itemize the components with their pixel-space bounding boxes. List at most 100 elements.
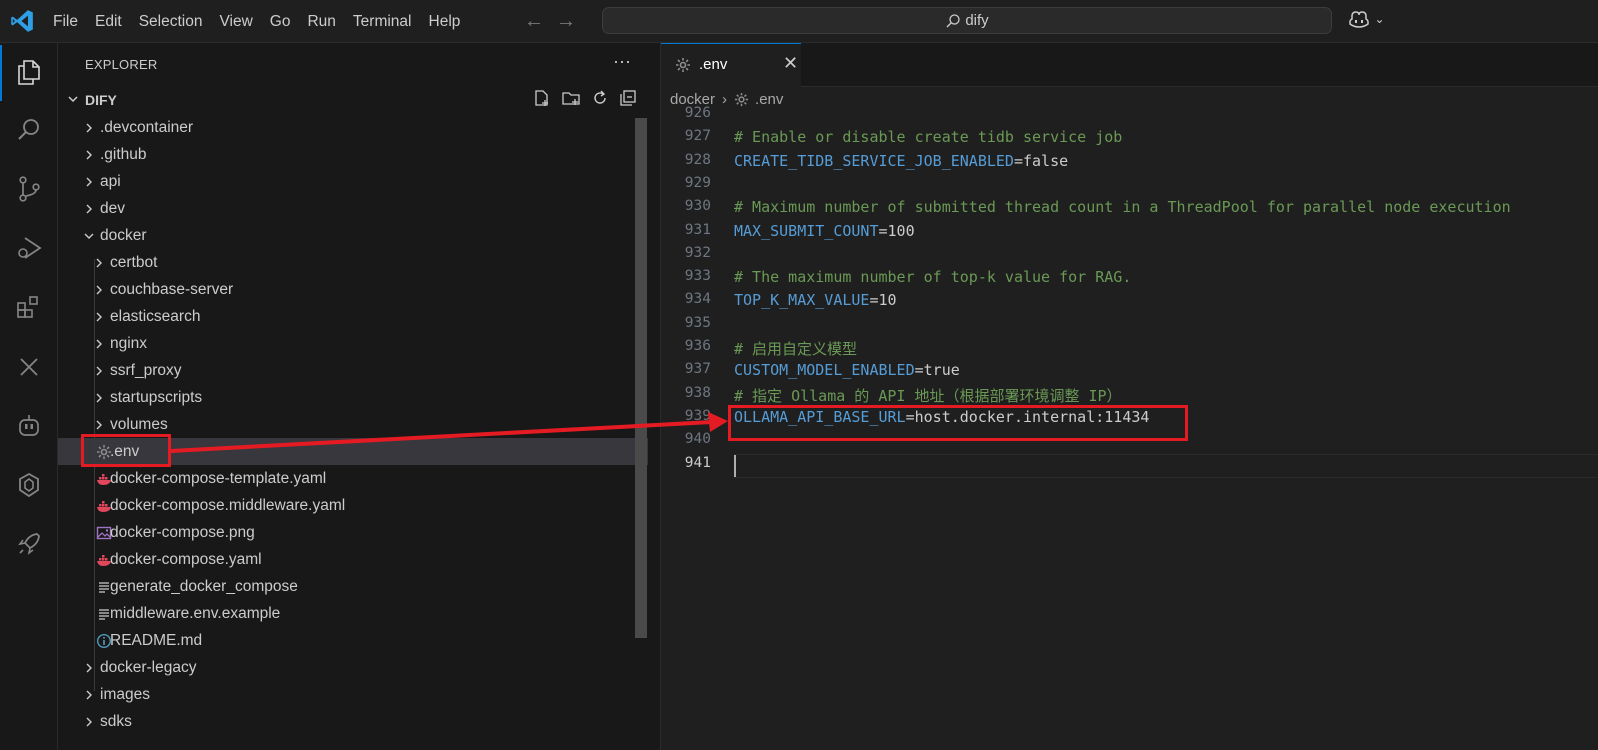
tree-item-label: nginx	[110, 335, 148, 352]
env-value: =true	[914, 361, 960, 379]
copilot-menu[interactable]: ⌄	[1348, 10, 1385, 28]
tree-file-generate-docker-compose[interactable]: generate_docker_compose	[58, 573, 648, 600]
code-comment: # 指定 Ollama 的 API 地址（根据部署环境调整 IP）	[734, 387, 1122, 405]
env-value: =10	[869, 291, 897, 309]
code-line: MAX_SUBMIT_COUNT=100	[734, 222, 915, 240]
robot-icon	[19, 415, 39, 436]
new-file-icon[interactable]	[533, 89, 551, 107]
code-line: # 指定 Ollama 的 API 地址（根据部署环境调整 IP）	[734, 385, 1122, 406]
editor-area: .env ✕ docker › .env 926 927 # Enable or d…	[661, 43, 1598, 750]
gear-icon	[734, 92, 749, 107]
back-arrow-icon[interactable]: ←	[524, 10, 544, 33]
line-number: 926	[684, 105, 711, 121]
annotation-box-env-file	[81, 434, 171, 467]
tree-folder-devcontainer[interactable]: .devcontainer	[58, 114, 648, 141]
tree-file-readme-md[interactable]: README.md	[58, 627, 648, 654]
breadcrumb-separator: ›	[722, 91, 728, 108]
tree-item-label: docker-legacy	[100, 659, 197, 676]
tree-folder-api[interactable]: api	[58, 168, 648, 195]
tree-item-label: api	[100, 173, 121, 190]
extensions-activity[interactable]	[0, 278, 58, 336]
new-folder-icon[interactable]	[561, 89, 581, 107]
explorer-toolbar	[533, 89, 637, 107]
deploy-activity[interactable]	[0, 515, 58, 573]
menu-go[interactable]: Go	[270, 13, 300, 31]
line-number: 931	[684, 222, 711, 238]
line-number: 934	[684, 291, 711, 307]
tree-folder-docker-legacy[interactable]: docker-legacy	[58, 654, 648, 681]
vscode-logo-icon[interactable]	[9, 8, 35, 34]
menu-view[interactable]: View	[219, 13, 261, 31]
env-key: CREATE_TIDB_SERVICE_JOB_ENABLED	[734, 152, 1014, 170]
search-icon	[18, 119, 39, 140]
close-icon[interactable]: ✕	[783, 53, 798, 74]
tree-folder-couchbase-server[interactable]: couchbase-server	[58, 276, 648, 303]
chatgpt-activity[interactable]	[0, 456, 58, 514]
menu-help[interactable]: Help	[429, 13, 470, 31]
line-number: 932	[684, 245, 711, 261]
tree-item-label: images	[100, 686, 150, 703]
menu-bar: File Edit Selection View Go Run Terminal Help	[53, 0, 477, 43]
forward-arrow-icon[interactable]: →	[556, 10, 576, 33]
tab-env[interactable]: .env ✕	[661, 43, 801, 87]
collapse-all-icon[interactable]	[619, 89, 637, 107]
line-number: 940	[684, 431, 711, 447]
tree-folder-docker[interactable]: docker	[58, 222, 648, 249]
copilot-activity[interactable]	[0, 397, 58, 455]
tree-folder-ssrf-proxy[interactable]: ssrf_proxy	[58, 357, 648, 384]
code-line: # Enable or disable create tidb service …	[734, 128, 1122, 146]
tree-file-docker-compose-template-yaml[interactable]: docker-compose-template.yaml	[58, 465, 648, 492]
command-center-search[interactable]: dify	[602, 7, 1332, 34]
line-number: 930	[684, 198, 711, 214]
menu-file[interactable]: File	[53, 13, 87, 31]
extensions-icon	[17, 296, 38, 318]
tree-folder-github[interactable]: .github	[58, 141, 648, 168]
tree-folder-images[interactable]: images	[58, 681, 648, 708]
tree-folder-certbot[interactable]: certbot	[58, 249, 648, 276]
tree-item-label: ssrf_proxy	[110, 362, 182, 379]
explorer-activity[interactable]	[0, 43, 58, 101]
file-tree: .devcontainer .github api dev docker certbot c…	[58, 114, 648, 735]
line-number: 935	[684, 315, 711, 331]
tree-folder-nginx[interactable]: nginx	[58, 330, 648, 357]
tree-folder-startupscripts[interactable]: startupscripts	[58, 384, 648, 411]
code-comment: # Maximum number of submitted thread cou…	[734, 198, 1511, 216]
tree-file-middleware-env-example[interactable]: middleware.env.example	[58, 600, 648, 627]
tree-file-docker-compose-yaml[interactable]: docker-compose.yaml	[58, 546, 648, 573]
files-icon	[18, 60, 40, 85]
active-indicator	[0, 45, 2, 101]
copilot-icon	[1349, 11, 1369, 28]
env-key: MAX_SUBMIT_COUNT	[734, 222, 879, 240]
workspace-root[interactable]: DIFY	[58, 88, 661, 114]
chevron-right-icon	[86, 204, 92, 214]
line-number: 939	[684, 408, 711, 424]
menu-selection[interactable]: Selection	[139, 13, 212, 31]
refresh-icon[interactable]	[591, 89, 609, 107]
line-number: 941	[684, 455, 711, 471]
search-activity[interactable]	[0, 101, 58, 159]
chevron-right-icon	[86, 150, 92, 160]
menu-terminal[interactable]: Terminal	[353, 13, 421, 31]
menu-edit[interactable]: Edit	[95, 13, 131, 31]
code-line: CREATE_TIDB_SERVICE_JOB_ENABLED=false	[734, 152, 1068, 170]
run-debug-activity[interactable]	[0, 219, 58, 277]
line-number: 929	[684, 175, 711, 191]
remote-activity[interactable]	[0, 338, 58, 396]
tree-item-label: docker-compose.png	[110, 524, 255, 541]
tree-folder-sdks[interactable]: sdks	[58, 708, 648, 735]
tree-item-label: elasticsearch	[110, 308, 201, 325]
breadcrumb-file[interactable]: .env	[755, 91, 783, 108]
tree-folder-dev[interactable]: dev	[58, 195, 648, 222]
tree-file-docker-compose-middleware-yaml[interactable]: docker-compose.middleware.yaml	[58, 492, 648, 519]
source-control-activity[interactable]	[0, 160, 58, 218]
text-cursor	[734, 455, 736, 477]
line-number: 938	[684, 385, 711, 401]
menu-run[interactable]: Run	[307, 13, 344, 31]
sidebar-scrollbar[interactable]	[635, 118, 647, 638]
more-actions-icon[interactable]: ···	[613, 51, 631, 72]
env-value: =100	[878, 222, 915, 240]
tree-folder-elasticsearch[interactable]: elasticsearch	[58, 303, 648, 330]
tree-file-docker-compose-png[interactable]: docker-compose.png	[58, 519, 648, 546]
line-number: 936	[684, 338, 711, 354]
code-comment: # 启用自定义模型	[734, 340, 858, 358]
